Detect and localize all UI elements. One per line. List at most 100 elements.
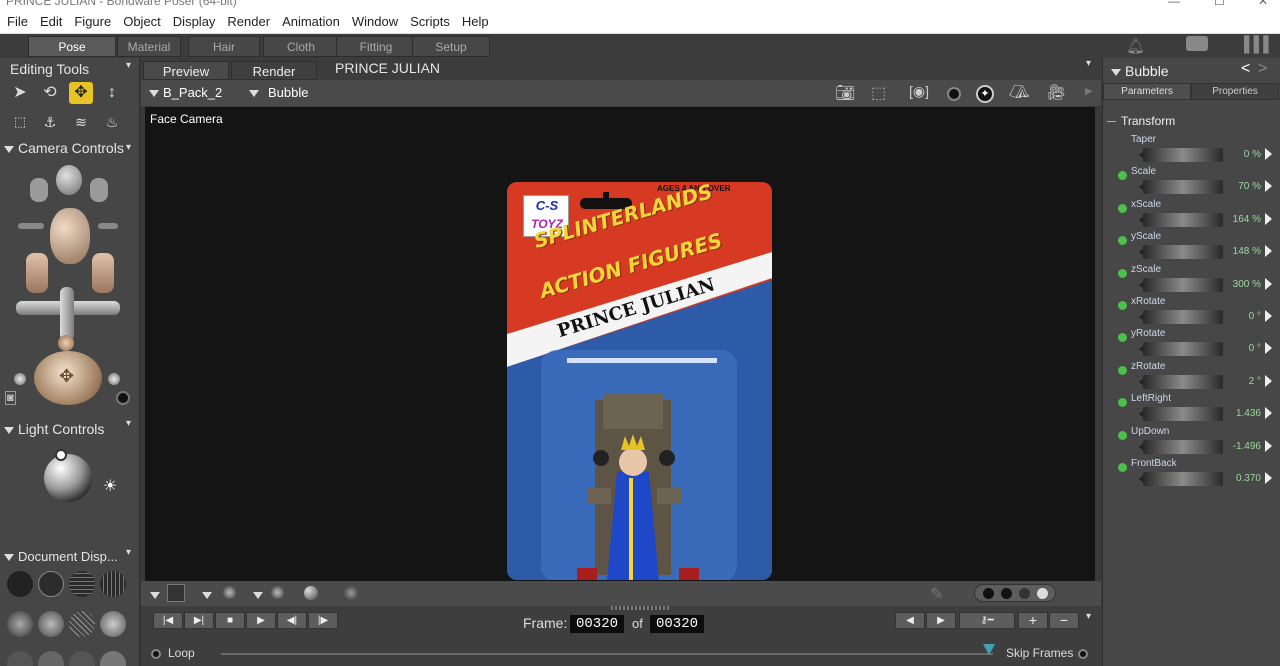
face-camera-icon[interactable] — [50, 208, 90, 264]
chat-icon[interactable] — [1186, 36, 1208, 51]
menu-scripts[interactable]: Scripts — [404, 9, 456, 34]
display-texture3-icon[interactable] — [69, 651, 95, 666]
dropdown-icon[interactable] — [150, 587, 164, 605]
camera-lock-icon[interactable] — [116, 391, 130, 405]
ground-color-icon[interactable] — [271, 586, 284, 599]
select-tool-icon[interactable]: ➤ — [8, 82, 32, 104]
tab-preview[interactable]: Preview — [143, 61, 229, 80]
menu-display[interactable]: Display — [167, 9, 222, 34]
param-value[interactable]: 0 ° — [1223, 343, 1261, 354]
left-hand-camera-icon[interactable] — [30, 178, 48, 202]
resize-grip[interactable] — [611, 606, 671, 610]
actor-name-header[interactable]: Bubble — [1111, 63, 1169, 79]
keyframes-button[interactable]: ⚷━ — [959, 612, 1015, 629]
document-display-header[interactable]: Document Disp... — [4, 549, 144, 569]
display-outline-icon[interactable] — [38, 571, 64, 597]
param-row[interactable]: xRotate 0 ° — [1103, 296, 1280, 328]
light-controls-header[interactable]: Light Controls — [4, 421, 144, 441]
param-key-indicator-icon[interactable] — [1118, 171, 1127, 181]
movie-camera-icon[interactable]: 🎥︎ — [1047, 83, 1066, 101]
pencil-icon[interactable]: ✎ — [930, 584, 943, 604]
taper-tool-icon[interactable]: ⚓︎ — [38, 111, 62, 133]
param-row[interactable]: zRotate 2 ° — [1103, 361, 1280, 393]
view-dots-group[interactable] — [974, 584, 1056, 602]
param-menu-arrow-icon[interactable] — [1265, 212, 1272, 225]
bell-icon[interactable]: 🔔︎ — [1126, 37, 1145, 55]
go-to-start-button[interactable]: |◀ — [153, 612, 183, 629]
display-flat-icon[interactable] — [38, 611, 64, 637]
display-smooth-icon[interactable] — [100, 611, 126, 637]
light-sphere[interactable] — [44, 454, 92, 502]
shadow-color-icon[interactable] — [223, 586, 236, 599]
param-key-indicator-icon[interactable] — [1118, 430, 1127, 440]
tab-pose[interactable]: Pose — [28, 36, 116, 57]
param-value[interactable]: 0 % — [1223, 149, 1261, 160]
panel-menu-icon[interactable]: ▾ — [126, 60, 131, 71]
panel-menu-icon[interactable]: ▾ — [126, 547, 131, 558]
orbit-left-icon[interactable] — [18, 223, 44, 229]
translate-tool-icon[interactable]: ✥ — [69, 82, 93, 104]
dot-1-icon[interactable] — [983, 588, 994, 599]
right-hand-camera-icon[interactable] — [90, 178, 108, 202]
param-dial[interactable] — [1143, 407, 1223, 422]
tab-material[interactable]: Material — [117, 36, 181, 57]
render-dot-icon[interactable] — [947, 87, 961, 101]
param-row[interactable]: UpDown -1.496 — [1103, 426, 1280, 458]
forward-arrow-icon[interactable]: > — [1258, 60, 1267, 78]
param-key-indicator-icon[interactable] — [1118, 365, 1127, 375]
menu-figure[interactable]: Figure — [68, 9, 117, 34]
menu-animation[interactable]: Animation — [276, 9, 346, 34]
param-menu-arrow-icon[interactable] — [1265, 374, 1272, 387]
light-sun-icon[interactable]: ☀ — [103, 476, 117, 496]
param-value[interactable]: 300 % — [1223, 279, 1261, 290]
param-menu-arrow-icon[interactable] — [1265, 277, 1272, 290]
param-key-indicator-icon[interactable] — [1118, 301, 1127, 310]
tab-hair[interactable]: Hair — [188, 36, 260, 57]
head-camera-icon[interactable] — [56, 165, 82, 195]
scale-dot-right[interactable] — [108, 373, 120, 385]
param-dial[interactable] — [1143, 180, 1223, 195]
display-hidden-line-icon[interactable] — [100, 571, 126, 597]
dot-4-icon[interactable] — [1037, 588, 1048, 599]
scale-tool-icon[interactable]: ⬚ — [8, 111, 32, 133]
go-to-end-button[interactable]: ▶| — [184, 612, 214, 629]
param-row[interactable]: yRotate 0 ° — [1103, 328, 1280, 360]
step-forward-button[interactable]: |▶ — [308, 612, 338, 629]
flyaround-left-icon[interactable] — [26, 253, 48, 293]
move-y-bar[interactable] — [60, 287, 74, 341]
dropdown-icon[interactable] — [253, 587, 267, 605]
param-dial[interactable] — [1143, 310, 1223, 324]
camera-controls-header[interactable]: Camera Controls — [4, 140, 144, 160]
display-wireframe-icon[interactable] — [69, 571, 95, 597]
param-menu-arrow-icon[interactable] — [1265, 245, 1272, 258]
param-menu-arrow-icon[interactable] — [1265, 310, 1272, 322]
param-row[interactable]: xScale 164 % — [1103, 199, 1280, 231]
param-key-indicator-icon[interactable] — [1118, 398, 1127, 408]
param-row[interactable]: yScale 148 % — [1103, 231, 1280, 263]
tab-fitting[interactable]: Fitting — [336, 36, 416, 57]
param-dial[interactable] — [1143, 374, 1223, 389]
tab-render[interactable]: Render — [231, 61, 317, 80]
total-frames-field[interactable]: 00320 — [650, 615, 704, 633]
trackball[interactable]: ✥ — [34, 351, 102, 405]
dot-2-icon[interactable] — [1001, 588, 1012, 599]
param-value[interactable]: 2 ° — [1223, 376, 1261, 387]
menu-help[interactable]: Help — [456, 9, 495, 34]
display-silhouette-icon[interactable] — [7, 571, 33, 597]
param-key-indicator-icon[interactable] — [1118, 268, 1127, 278]
color-tool-icon[interactable]: ♨︎ — [100, 111, 124, 133]
param-key-indicator-icon[interactable] — [1118, 463, 1127, 472]
camera-hand-icon[interactable] — [58, 335, 74, 351]
param-dial[interactable] — [1143, 245, 1223, 260]
param-value[interactable]: 70 % — [1223, 181, 1261, 192]
remove-keyframe-button[interactable]: − — [1049, 612, 1079, 629]
panel-menu-icon[interactable]: ▾ — [1086, 58, 1091, 69]
param-row[interactable]: Taper 0 % — [1103, 134, 1280, 166]
display-texture4-icon[interactable] — [100, 651, 126, 666]
camera-icon[interactable]: 📷︎ — [835, 83, 855, 103]
timeline-slider[interactable] — [221, 653, 993, 655]
display-cartoon-icon[interactable] — [69, 611, 95, 637]
display-texture-icon[interactable] — [7, 651, 33, 666]
scale-dot-left[interactable] — [14, 373, 26, 385]
camera-select-icon[interactable]: ◙ — [5, 391, 16, 405]
